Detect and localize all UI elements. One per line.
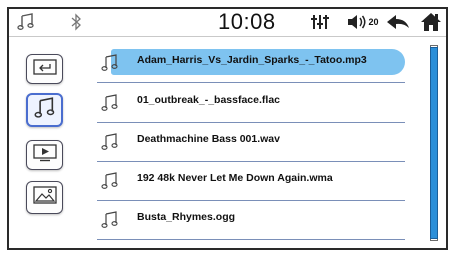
file-name: Deathmachine Bass 001.wav [137, 133, 280, 145]
status-bar-divider [9, 36, 446, 37]
scrollbar-thumb[interactable] [430, 47, 438, 239]
row-divider [97, 161, 405, 162]
file-name: Busta_Rhymes.ogg [137, 211, 236, 223]
music-note-icon [101, 133, 119, 151]
music-note-icon [101, 94, 119, 112]
status-bar: 10:08 20 [9, 9, 446, 35]
volume-level: 20 [368, 17, 379, 27]
row-divider [97, 82, 405, 83]
list-item[interactable]: 01_outbreak_-_bassface.flac [97, 85, 405, 123]
row-divider [97, 239, 405, 240]
bluetooth-icon [67, 11, 85, 33]
row-divider [97, 122, 405, 123]
back-icon[interactable] [385, 11, 411, 33]
file-name: 01_outbreak_-_bassface.flac [137, 94, 280, 106]
folder-back-icon [32, 58, 57, 80]
music-note-icon [101, 172, 119, 190]
sidebar-button-music[interactable] [26, 93, 63, 127]
music-note-icon[interactable] [15, 11, 37, 33]
list-item[interactable]: Deathmachine Bass 001.wav [97, 124, 405, 162]
list-item[interactable]: Adam_Harris_Vs_Jardin_Sparks_-_Tatoo.mp3 [97, 45, 405, 83]
file-name: Adam_Harris_Vs_Jardin_Sparks_-_Tatoo.mp3 [137, 54, 367, 66]
app-frame: 10:08 20 Adam_Harris_Vs_Jardin_Sparks_-_… [7, 7, 448, 250]
music-note-icon [101, 54, 119, 72]
home-icon[interactable] [419, 11, 443, 33]
file-name: 192 48k Never Let Me Down Again.wma [137, 172, 333, 184]
video-icon [32, 143, 57, 167]
list-item[interactable]: 192 48k Never Let Me Down Again.wma [97, 163, 405, 201]
sidebar-button-video[interactable] [26, 140, 63, 170]
row-divider [97, 200, 405, 201]
music-note-icon [33, 96, 56, 124]
image-icon [32, 186, 57, 209]
clock: 10:08 [218, 9, 276, 34]
music-note-icon [101, 211, 119, 229]
sidebar-button-folder-back[interactable] [26, 54, 63, 84]
volume-icon[interactable]: 20 [345, 11, 381, 33]
list-item[interactable]: Busta_Rhymes.ogg [97, 202, 405, 240]
sidebar-button-image[interactable] [26, 181, 63, 214]
equalizer-icon[interactable] [310, 11, 330, 33]
